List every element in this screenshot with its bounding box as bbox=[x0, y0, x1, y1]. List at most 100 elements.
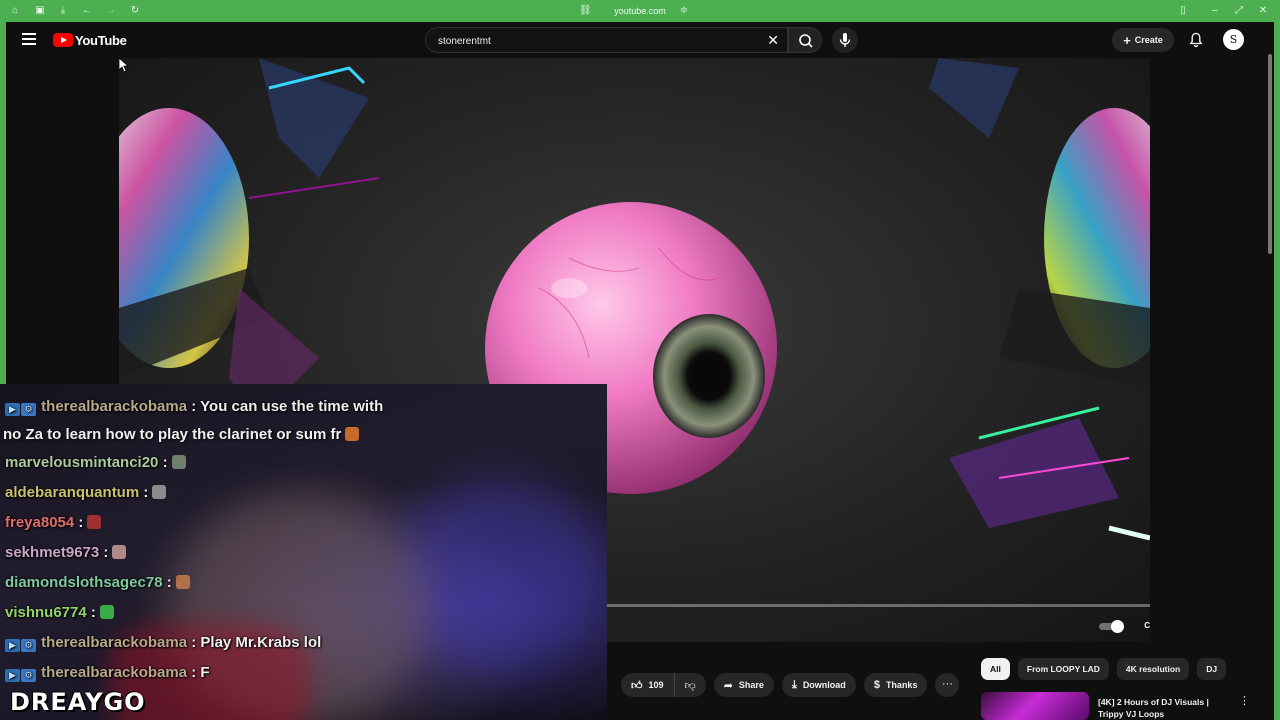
tune-icon[interactable]: ≑ bbox=[678, 5, 690, 17]
video-actions: 👍︎ 109 👎︎ ➦ Share ⤓ Download $ Thanks ··… bbox=[621, 673, 960, 701]
chat-emote-icon bbox=[87, 515, 102, 529]
create-label: Create bbox=[1134, 35, 1163, 45]
recommended-thumbnail[interactable] bbox=[981, 692, 1089, 720]
create-button[interactable]: + Create bbox=[1112, 28, 1174, 52]
chat-emote-icon bbox=[171, 455, 186, 469]
close-window-icon[interactable]: ✕ bbox=[1257, 5, 1269, 17]
chat-message: sekhmet9673 : bbox=[0, 538, 607, 568]
chat-message-text: : You can use the time with bbox=[191, 398, 384, 415]
thanks-button[interactable]: $ Thanks bbox=[863, 673, 928, 697]
mouse-cursor bbox=[119, 58, 129, 72]
like-dislike-group: 👍︎ 109 👎︎ bbox=[621, 673, 706, 697]
chat-message-text: no Za to learn how to play the clarinet … bbox=[3, 426, 342, 443]
thanks-label: Thanks bbox=[885, 680, 918, 690]
gift-badge-icon: ⚙ bbox=[21, 669, 36, 682]
split-view-icon[interactable]: ▯ bbox=[1177, 5, 1189, 17]
chat-username[interactable]: marvelousmintanci20 bbox=[5, 454, 158, 471]
share-icon: ➦ bbox=[723, 679, 733, 692]
download-arrow-icon: ⤓ bbox=[791, 678, 797, 691]
search-button[interactable] bbox=[788, 27, 822, 53]
share-button[interactable]: ➦ Share bbox=[713, 673, 774, 697]
address-bar[interactable]: youtube.com bbox=[0, 6, 1280, 16]
subscriber-badge-icon: ▶ bbox=[5, 403, 20, 416]
chat-emote-icon bbox=[99, 605, 114, 619]
chat-message: ▶ ⚙ therealbarackobama : Play Mr.Krabs lo… bbox=[0, 628, 607, 658]
youtube-play-icon bbox=[53, 33, 73, 47]
kebab-menu-icon[interactable]: ⋮ bbox=[1239, 694, 1250, 707]
like-count: 109 bbox=[648, 680, 664, 690]
chat-username[interactable]: therealbarackobama bbox=[41, 634, 187, 651]
chat-message-text: : bbox=[103, 544, 109, 561]
gift-badge-icon: ⚙ bbox=[21, 639, 36, 652]
recommended-title[interactable]: [4K] 2 Hours of DJ Visuals | Trippy VJ L… bbox=[1098, 696, 1223, 720]
more-actions-button[interactable]: ··· bbox=[935, 673, 960, 697]
captions-icon[interactable]: CC bbox=[1140, 616, 1150, 636]
minimize-icon[interactable]: – bbox=[1209, 5, 1221, 17]
chip-dj[interactable]: DJ bbox=[1197, 658, 1227, 680]
chat-message: diamondslothsagec78 : bbox=[0, 568, 607, 598]
plus-icon: + bbox=[1123, 32, 1131, 48]
dislike-button[interactable]: 👎︎ bbox=[675, 673, 706, 697]
like-button[interactable]: 👍︎ 109 bbox=[621, 673, 675, 697]
avatar[interactable]: S bbox=[1223, 29, 1244, 50]
chat-message: aldebaranquantum : bbox=[0, 478, 607, 508]
download-button[interactable]: ⤓ Download bbox=[781, 673, 856, 697]
chat-message-text: : bbox=[78, 514, 84, 531]
chat-message: ▶ ⚙ therealbarackobama : You can use the … bbox=[0, 392, 607, 422]
chip-from-channel[interactable]: From LOOPY LAD bbox=[1017, 658, 1109, 680]
menu-icon[interactable] bbox=[22, 33, 36, 45]
chat-message-text: : F bbox=[191, 664, 210, 681]
search-input[interactable] bbox=[436, 32, 760, 50]
subscriber-badge-icon: ▶ bbox=[5, 669, 20, 682]
chat-emote-icon bbox=[152, 485, 167, 499]
logo-text: YouTube bbox=[75, 32, 127, 48]
chat-message: ▶ ⚙ therealbarackobama : F bbox=[0, 658, 607, 688]
search-icon bbox=[799, 34, 813, 48]
chat-emote-icon bbox=[112, 545, 127, 559]
chat-message-text: : bbox=[162, 454, 168, 471]
notifications-bell-icon[interactable] bbox=[1189, 32, 1203, 48]
search-box[interactable]: ✕ bbox=[425, 27, 788, 53]
maximize-icon[interactable]: ⤢ bbox=[1233, 5, 1245, 17]
chip-all[interactable]: All bbox=[981, 658, 1010, 680]
clear-search-icon[interactable]: ✕ bbox=[767, 33, 779, 47]
gift-badge-icon: ⚙ bbox=[21, 403, 36, 416]
chat-message-text: : bbox=[166, 574, 172, 591]
browser-toolbar: ⌂ ▣ ⤓ ← → ↻ ⛓ youtube.com ≑ ▯ – ⤢ ✕ bbox=[0, 0, 1280, 22]
chip-4k[interactable]: 4K resolution bbox=[1116, 658, 1190, 680]
subscriber-badge-icon: ▶ bbox=[5, 639, 20, 652]
share-label: Share bbox=[738, 680, 764, 690]
chat-message: marvelousmintanci20 : bbox=[0, 448, 607, 478]
chat-username[interactable]: freya8054 bbox=[5, 514, 74, 531]
recommendation-chips: All From LOOPY LAD 4K resolution DJ bbox=[981, 658, 1227, 680]
thumbs-down-icon: 👎︎ bbox=[684, 679, 696, 692]
chat-username[interactable]: therealbarackobama bbox=[41, 398, 187, 415]
autoplay-toggle[interactable] bbox=[1099, 620, 1125, 633]
page-scrollbar[interactable] bbox=[1268, 34, 1272, 720]
chat-username[interactable]: diamondslothsagec78 bbox=[5, 574, 163, 591]
chat-message: freya8054 : bbox=[0, 508, 607, 538]
chat-username[interactable]: sekhmet9673 bbox=[5, 544, 99, 561]
chat-username[interactable]: therealbarackobama bbox=[41, 664, 187, 681]
chat-message: vishnu6774 : bbox=[0, 598, 607, 628]
youtube-logo[interactable]: YouTube bbox=[53, 32, 127, 48]
recommended-video[interactable]: [4K] 2 Hours of DJ Visuals | Trippy VJ L… bbox=[981, 692, 1250, 720]
chat-message-text: : Play Mr.Krabs lol bbox=[191, 634, 322, 651]
chat-message-text: : bbox=[90, 604, 96, 621]
thanks-icon: $ bbox=[873, 679, 880, 691]
scrollbar-thumb[interactable] bbox=[1268, 54, 1272, 254]
chat-username[interactable]: aldebaranquantum bbox=[5, 484, 139, 501]
thumbs-up-icon: 👍︎ bbox=[631, 679, 643, 692]
chat-emote-icon bbox=[175, 575, 190, 589]
microphone-icon bbox=[839, 33, 851, 47]
voice-search-button[interactable] bbox=[832, 27, 858, 53]
stream-overlay: ▶ ⚙ therealbarackobama : You can use the … bbox=[0, 384, 607, 720]
chat-message-text: : bbox=[143, 484, 149, 501]
chat-username[interactable]: vishnu6774 bbox=[5, 604, 87, 621]
chat-feed: ▶ ⚙ therealbarackobama : You can use the … bbox=[0, 392, 607, 688]
chat-emote-icon bbox=[345, 427, 360, 441]
chat-message-continuation: no Za to learn how to play the clarinet … bbox=[0, 422, 607, 448]
download-label: Download bbox=[802, 680, 846, 690]
masthead: YouTube ✕ + Create S bbox=[6, 22, 1274, 58]
streamer-watermark: DREAYGO bbox=[10, 688, 146, 716]
